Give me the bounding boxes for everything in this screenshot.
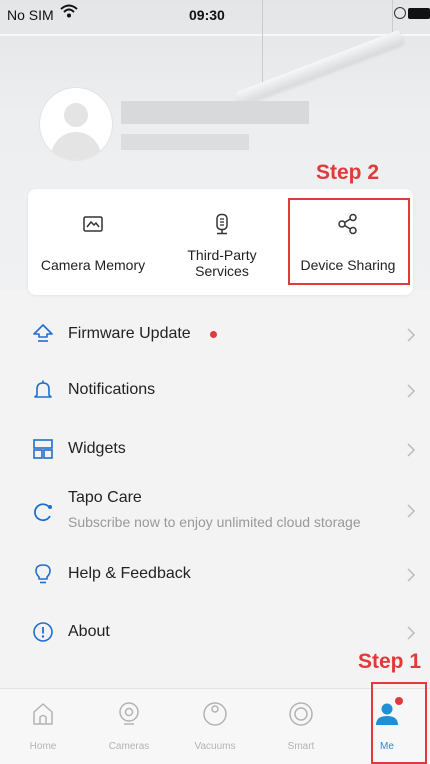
third-party-services-icon	[216, 213, 228, 235]
tab-smart[interactable]: Smart	[258, 689, 344, 764]
camera-memory-icon	[83, 216, 103, 232]
wifi-icon	[60, 4, 78, 18]
chevron-right-icon	[407, 384, 416, 398]
third-party-services-label: Third-Party Services	[160, 247, 284, 279]
label-line: Third-Party	[187, 247, 257, 263]
avatar-head	[64, 103, 88, 127]
clock: 09:30	[189, 7, 225, 23]
bell-icon	[34, 380, 52, 398]
about-label: About	[68, 623, 110, 640]
tapo-care-icon	[34, 503, 52, 522]
tab-vacuums-label: Vacuums	[194, 741, 236, 752]
tapo-care-subtitle: Subscribe now to enjoy unlimited cloud s…	[68, 514, 361, 530]
chevron-right-icon	[407, 328, 416, 342]
vacuum-icon	[203, 702, 227, 726]
ceiling-lamp	[235, 29, 404, 106]
camera-memory-label: Camera Memory	[40, 257, 146, 273]
account-email-placeholder	[121, 134, 249, 150]
update-badge	[210, 331, 217, 338]
step-2-highlight-box	[288, 198, 410, 285]
firmware-update-label: Firmware Update	[68, 325, 191, 342]
camera-memory-button[interactable]: Camera Memory	[28, 189, 158, 295]
notifications-row[interactable]: Notifications	[0, 361, 430, 419]
label-line: Services	[195, 263, 249, 279]
tapo-care-row[interactable]: Tapo Care Subscribe now to enjoy unlimit…	[0, 475, 430, 545]
smart-icon	[289, 702, 313, 726]
info-icon	[33, 622, 53, 642]
avatar-body	[51, 132, 101, 160]
me-screen: No SIM 09:30 Step 2 Camera Memory Third-…	[0, 0, 430, 764]
chevron-right-icon	[407, 568, 416, 582]
ceiling-beam	[0, 34, 430, 36]
step-2-annotation: Step 2	[316, 161, 380, 184]
notifications-label: Notifications	[68, 381, 156, 398]
widgets-label: Widgets	[68, 440, 126, 457]
tab-home-label: Home	[29, 741, 57, 752]
help-feedback-label: Help & Feedback	[68, 565, 191, 582]
status-bar: No SIM 09:30	[0, 0, 430, 28]
firmware-update-row[interactable]: Firmware Update	[0, 305, 430, 363]
account-name-placeholder[interactable]	[121, 101, 309, 124]
alarm-icon	[394, 7, 406, 19]
chevron-right-icon	[407, 504, 416, 518]
widgets-icon	[33, 439, 53, 459]
chevron-right-icon	[407, 443, 416, 457]
lightbulb-icon	[35, 564, 51, 584]
home-icon	[33, 703, 53, 725]
tab-vacuums[interactable]: Vacuums	[172, 689, 258, 764]
battery-icon	[408, 8, 430, 19]
tab-smart-label: Smart	[287, 741, 315, 752]
tab-home[interactable]: Home	[0, 689, 86, 764]
camera-icon	[119, 702, 139, 725]
widgets-row[interactable]: Widgets	[0, 420, 430, 478]
third-party-services-button[interactable]: Third-Party Services	[160, 189, 284, 295]
chevron-right-icon	[407, 626, 416, 640]
tapo-care-label: Tapo Care	[68, 489, 142, 506]
step-1-annotation: Step 1	[358, 650, 422, 673]
tab-bar: Home Cameras Vacuums Smart Me	[0, 688, 430, 764]
carrier-label: No SIM	[7, 7, 54, 23]
avatar[interactable]	[40, 88, 112, 160]
tab-cameras[interactable]: Cameras	[86, 689, 172, 764]
firmware-update-icon	[33, 324, 53, 342]
step-1-highlight-box	[371, 682, 427, 764]
tab-cameras-label: Cameras	[108, 741, 150, 752]
help-feedback-row[interactable]: Help & Feedback	[0, 545, 430, 603]
